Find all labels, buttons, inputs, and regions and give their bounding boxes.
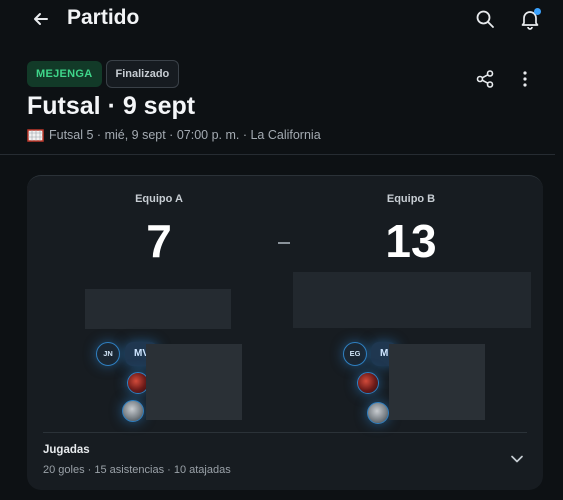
team-b-redacted-info [293, 272, 531, 328]
plays-divider [43, 432, 527, 433]
team-b-redacted-players [389, 344, 485, 420]
page-title: Partido [67, 6, 140, 29]
team-a-redacted-info [85, 289, 231, 329]
more-vertical-icon[interactable] [516, 69, 534, 89]
team-a-name: Equipo A [135, 193, 183, 205]
team-a-score: 7 [146, 215, 172, 267]
player-avatar[interactable] [122, 400, 144, 422]
top-app-bar: Partido [0, 0, 563, 40]
score-separator [278, 242, 290, 244]
section-divider [0, 154, 555, 155]
team-a-redacted-players [146, 344, 242, 420]
status-badge: Finalizado [105, 60, 180, 88]
player-avatar[interactable] [357, 372, 379, 394]
match-type-badge: MEJENGA [27, 61, 102, 87]
team-b-name: Equipo B [386, 193, 436, 205]
player-avatar[interactable]: JN [96, 342, 120, 366]
plays-summary: 20 goles · 15 asistencias · 10 atajadas [43, 464, 231, 476]
match-title: Futsal · 9 sept [27, 92, 196, 120]
player-avatar[interactable] [367, 402, 389, 424]
team-b-score: 13 [385, 215, 437, 267]
notifications-button[interactable] [519, 8, 541, 30]
back-arrow-icon[interactable] [32, 10, 50, 28]
chevron-down-icon[interactable] [510, 454, 524, 464]
player-avatar[interactable]: EG [343, 342, 367, 366]
match-meta: Futsal 5 · mié, 9 sept · 07:00 p. m. · L… [27, 128, 321, 142]
scoreboard-card: Equipo A 7 Equipo B 13 JN MV EG M Jugada… [27, 175, 543, 490]
notification-dot [534, 8, 541, 15]
goal-icon [27, 128, 44, 142]
search-icon[interactable] [475, 9, 495, 29]
share-icon[interactable] [475, 69, 495, 89]
match-badges: MEJENGA Finalizado [27, 60, 180, 88]
match-meta-text: Futsal 5 · mié, 9 sept · 07:00 p. m. · L… [49, 128, 321, 142]
plays-title: Jugadas [43, 444, 90, 456]
